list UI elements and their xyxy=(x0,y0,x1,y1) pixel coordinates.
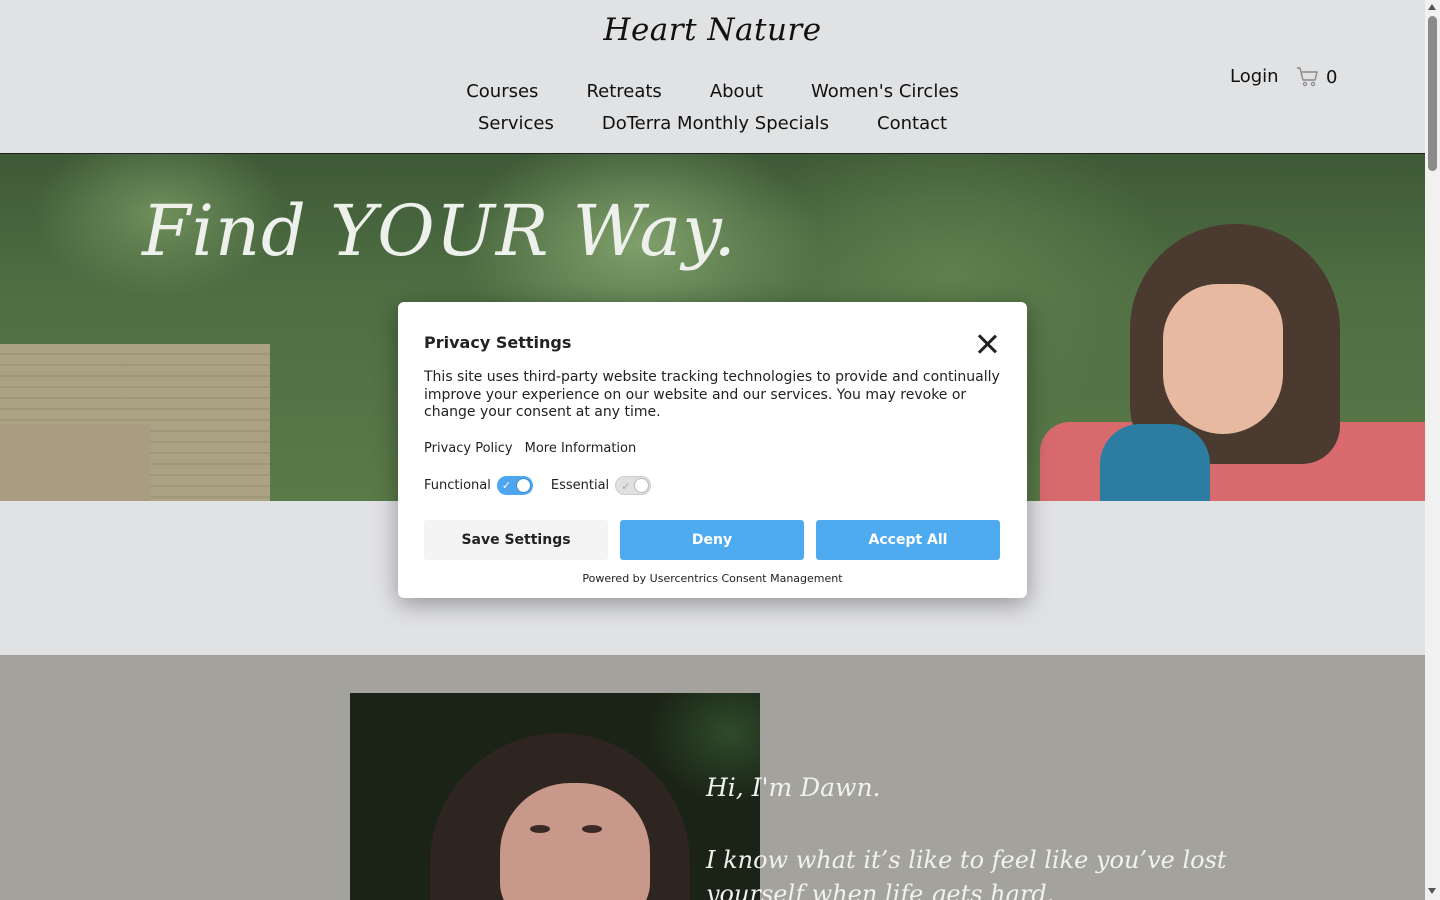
main-nav-row-2: Services DoTerra Monthly Specials Contac… xyxy=(0,113,1425,134)
site-title[interactable]: Heart Nature xyxy=(0,12,1425,48)
dialog-title: Privacy Settings xyxy=(424,333,572,352)
hero-portrait-face xyxy=(1163,284,1283,434)
essential-toggle: ✓ xyxy=(615,476,652,495)
privacy-settings-dialog: Privacy Settings This site uses third-pa… xyxy=(398,302,1027,598)
nav-item-doterra-specials[interactable]: DoTerra Monthly Specials xyxy=(602,113,829,134)
portrait-eye-right xyxy=(582,825,602,833)
functional-toggle[interactable]: ✓ xyxy=(496,476,533,495)
scroll-up-arrow-icon[interactable] xyxy=(1428,4,1436,10)
about-greeting: Hi, I'm Dawn. xyxy=(706,773,881,802)
dialog-buttons: Save Settings Deny Accept All xyxy=(424,520,1000,560)
shopping-cart-icon xyxy=(1297,67,1318,87)
hero-portrait-shirt xyxy=(1100,424,1210,501)
nav-item-womens-circles[interactable]: Women's Circles xyxy=(811,81,959,102)
cart-count: 0 xyxy=(1326,66,1338,88)
site-header: Heart Nature Courses Retreats About Wome… xyxy=(0,0,1425,154)
cart-button[interactable]: 0 xyxy=(1296,66,1337,88)
about-portrait-image xyxy=(350,693,760,900)
deny-button[interactable]: Deny xyxy=(620,520,804,560)
toggle-knob xyxy=(515,478,531,493)
portrait-eye-left xyxy=(530,825,550,833)
accept-all-button[interactable]: Accept All xyxy=(816,520,1000,560)
consent-toggles: Functional ✓ Essential ✓ xyxy=(424,476,669,495)
functional-toggle-label: Functional xyxy=(424,478,491,493)
check-icon: ✓ xyxy=(621,480,631,493)
scrollbar-thumb[interactable] xyxy=(1428,16,1437,171)
privacy-policy-link[interactable]: Privacy Policy xyxy=(424,441,513,456)
about-section: Hi, I'm Dawn. I know what it’s like to f… xyxy=(0,655,1425,900)
powered-by-text[interactable]: Powered by Usercentrics Consent Manageme… xyxy=(398,572,1027,585)
toggle-knob xyxy=(634,478,650,493)
hero-headline: Find YOUR Way. xyxy=(142,190,737,272)
nav-item-about[interactable]: About xyxy=(710,81,763,102)
nav-item-contact[interactable]: Contact xyxy=(877,113,947,134)
more-information-link[interactable]: More Information xyxy=(525,441,637,456)
save-settings-button[interactable]: Save Settings xyxy=(424,520,608,560)
check-icon: ✓ xyxy=(501,479,512,492)
close-icon[interactable] xyxy=(976,333,998,355)
scroll-down-arrow-icon[interactable] xyxy=(1428,888,1436,894)
main-nav-row-1: Courses Retreats About Women's Circles xyxy=(0,81,1425,102)
nav-item-services[interactable]: Services xyxy=(478,113,554,134)
about-body-text: I know what it’s like to feel like you’v… xyxy=(706,846,1227,900)
essential-toggle-label: Essential xyxy=(550,478,610,493)
hero-building-lower xyxy=(0,424,150,501)
dialog-links: Privacy Policy More Information xyxy=(424,441,636,456)
nav-item-retreats[interactable]: Retreats xyxy=(586,81,661,102)
nav-item-courses[interactable]: Courses xyxy=(466,81,538,102)
dialog-description: This site uses third-party website track… xyxy=(424,369,1000,420)
login-link[interactable]: Login xyxy=(1230,66,1279,87)
